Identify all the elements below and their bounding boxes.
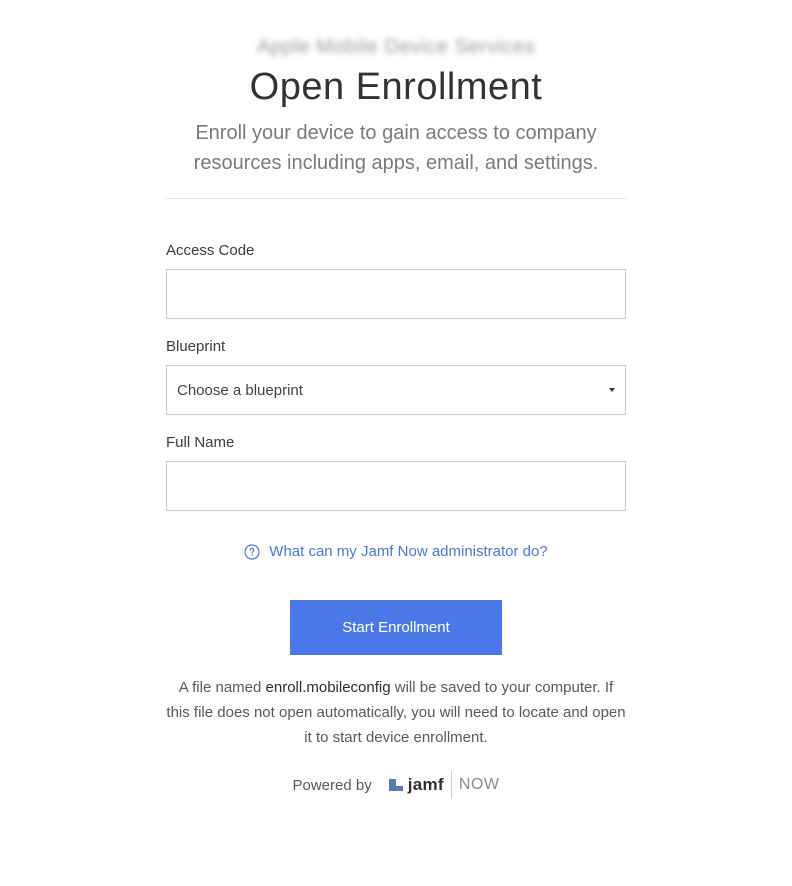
jamf-now-logo: jamf NOW [388, 770, 500, 800]
dropdown-arrow-icon [609, 388, 615, 392]
powered-by-text: Powered by [292, 776, 372, 794]
blueprint-select[interactable]: Choose a blueprint [166, 365, 626, 415]
access-code-input[interactable] [166, 269, 626, 319]
jamf-logo-mark-icon [388, 779, 403, 791]
logo-separator [450, 771, 452, 799]
access-code-label: Access Code [166, 242, 255, 259]
admin-help-link-text: What can my Jamf Now administrator do? [269, 543, 548, 560]
blueprint-selected-value: Choose a blueprint [177, 381, 303, 399]
admin-help-link[interactable]: What can my Jamf Now administrator do? [0, 543, 792, 560]
enrollment-page: Apple Mobile Device Services Open Enroll… [0, 0, 792, 886]
header-divider [166, 198, 626, 199]
note-filename: enroll.mobileconfig [265, 679, 391, 696]
powered-by: Powered by jamf NOW [0, 770, 792, 800]
download-note: A file named enroll.mobileconfig will be… [166, 675, 626, 750]
page-subtitle: Enroll your device to gain access to com… [193, 122, 599, 174]
full-name-label: Full Name [166, 434, 235, 451]
organization-name: Apple Mobile Device Services [256, 36, 536, 58]
full-name-input[interactable] [166, 461, 626, 511]
start-enrollment-button[interactable]: Start Enrollment [290, 600, 502, 655]
now-wordmark: NOW [458, 776, 500, 793]
note-prefix: A file named [178, 679, 266, 696]
blueprint-label: Blueprint [166, 338, 226, 355]
question-circle-icon [244, 543, 260, 560]
page-title: Open Enrollment [249, 66, 543, 108]
jamf-wordmark: jamf [407, 775, 444, 794]
